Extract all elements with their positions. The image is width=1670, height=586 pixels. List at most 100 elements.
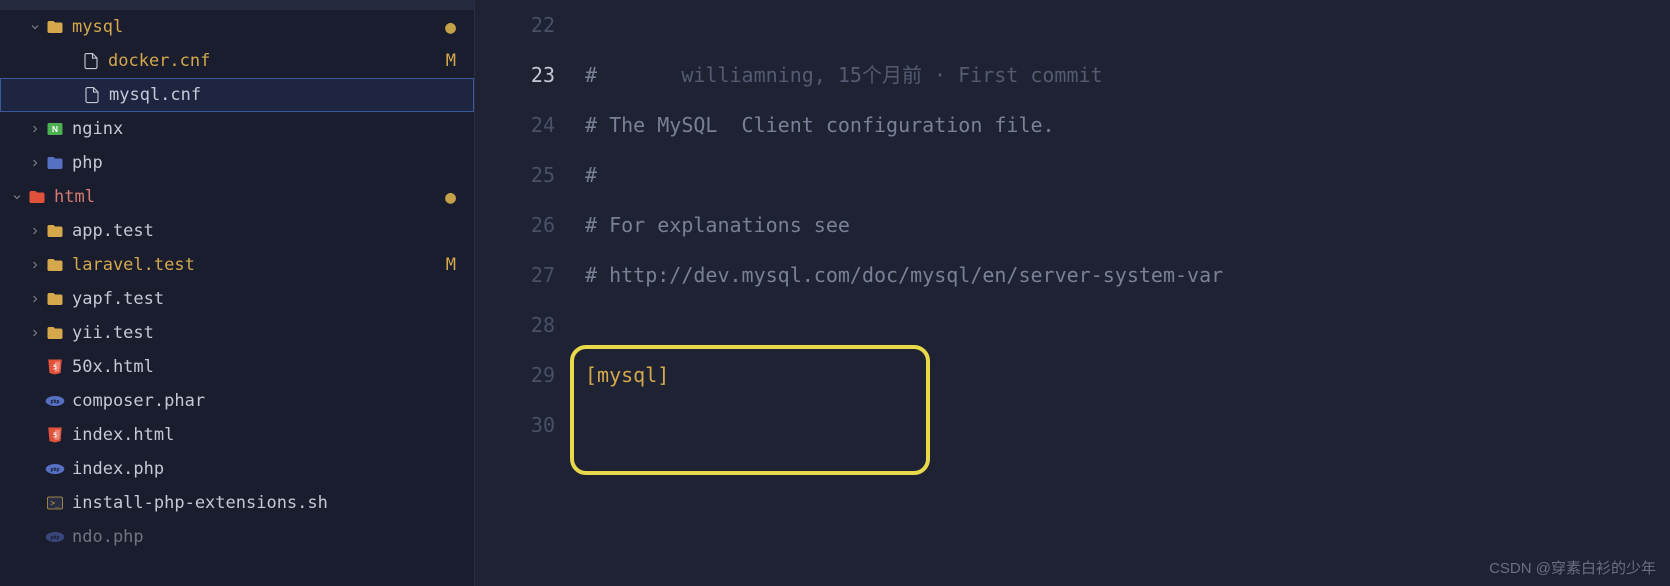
line-number: 26 bbox=[475, 200, 555, 250]
code-text: [mysql] bbox=[585, 363, 669, 387]
tree-item-label: mysql.cnf bbox=[109, 85, 455, 105]
chevron-icon[interactable] bbox=[8, 191, 26, 203]
folder-icon bbox=[44, 290, 66, 308]
tree-item-label: install-php-extensions.sh bbox=[72, 493, 456, 513]
code-line[interactable]: # For explanations see bbox=[585, 200, 1670, 250]
tree-item-nginx[interactable]: Nnginx bbox=[0, 112, 474, 146]
line-number: 24 bbox=[475, 100, 555, 150]
watermark-text: CSDN @穿素白衫的少年 bbox=[1489, 557, 1656, 578]
chevron-icon[interactable] bbox=[26, 259, 44, 271]
status-badge: M bbox=[446, 51, 456, 71]
chevron-icon[interactable] bbox=[26, 21, 44, 33]
tree-item-mysql-cnf[interactable]: mysql.cnf bbox=[0, 78, 474, 112]
chevron-icon[interactable] bbox=[26, 327, 44, 339]
tree-item-label: laravel.test bbox=[72, 255, 438, 275]
file-explorer-sidebar[interactable]: etc mysql ● docker.cnf Mmysql.cnf Nnginx php ht… bbox=[0, 0, 475, 586]
shell-icon: >_ bbox=[44, 494, 66, 512]
tree-item-label: composer.phar bbox=[72, 391, 456, 411]
code-line[interactable]: [mysql] bbox=[585, 350, 1670, 400]
tree-item-label: etc bbox=[54, 0, 456, 3]
code-line[interactable] bbox=[585, 400, 1670, 450]
code-editor[interactable]: 222324252627282930 # williamning, 15个月前 … bbox=[475, 0, 1670, 586]
tree-item-label: ndo.php bbox=[72, 527, 456, 547]
folder-icon bbox=[44, 222, 66, 240]
svg-text:5: 5 bbox=[53, 363, 57, 371]
chevron-icon[interactable] bbox=[26, 123, 44, 135]
status-badge: ● bbox=[445, 17, 456, 38]
code-text: # bbox=[585, 163, 597, 187]
git-blame-annotation: williamning, 15个月前 · First commit bbox=[597, 63, 1103, 87]
tree-item-label: app.test bbox=[72, 221, 456, 241]
line-number: 28 bbox=[475, 300, 555, 350]
code-line[interactable] bbox=[585, 300, 1670, 350]
line-number: 25 bbox=[475, 150, 555, 200]
folder-html-icon bbox=[26, 188, 48, 206]
code-line[interactable] bbox=[585, 0, 1670, 50]
tree-item-composer-phar[interactable]: php composer.phar bbox=[0, 384, 474, 418]
line-number: 30 bbox=[475, 400, 555, 450]
svg-text:php: php bbox=[50, 535, 59, 541]
tree-item-install-php-extensions-sh[interactable]: >_ install-php-extensions.sh bbox=[0, 486, 474, 520]
html5-icon: 5 bbox=[44, 426, 66, 444]
code-content[interactable]: # williamning, 15个月前 · First commit # The… bbox=[575, 0, 1670, 586]
tree-item-label: html bbox=[54, 187, 437, 207]
php-icon: php bbox=[44, 530, 66, 544]
svg-text:php: php bbox=[50, 399, 59, 405]
line-number-gutter: 222324252627282930 bbox=[475, 0, 575, 586]
folder-icon bbox=[44, 256, 66, 274]
folder-icon bbox=[26, 0, 48, 2]
nginx-icon: N bbox=[44, 120, 66, 138]
line-number: 29 bbox=[475, 350, 555, 400]
svg-text:>_: >_ bbox=[51, 498, 61, 507]
folder-php-icon bbox=[44, 154, 66, 172]
code-line[interactable]: # http://dev.mysql.com/doc/mysql/en/serv… bbox=[585, 250, 1670, 300]
chevron-icon[interactable] bbox=[26, 225, 44, 237]
code-text: # The MySQL Client configuration file. bbox=[585, 113, 1055, 137]
code-text: # For explanations see bbox=[585, 213, 850, 237]
line-number: 27 bbox=[475, 250, 555, 300]
tree-item-docker-cnf[interactable]: docker.cnf M bbox=[0, 44, 474, 78]
tree-item-yapf-test[interactable]: yapf.test bbox=[0, 282, 474, 316]
tree-item-label: php bbox=[72, 153, 456, 173]
tree-item-html[interactable]: html ● bbox=[0, 180, 474, 214]
tree-item-label: index.php bbox=[72, 459, 456, 479]
chevron-icon[interactable] bbox=[26, 293, 44, 305]
tree-item-index-html[interactable]: 5 index.html bbox=[0, 418, 474, 452]
tree-item-php[interactable]: php bbox=[0, 146, 474, 180]
status-badge: M bbox=[446, 255, 456, 275]
code-line[interactable]: # The MySQL Client configuration file. bbox=[585, 100, 1670, 150]
tree-item-label: 50x.html bbox=[72, 357, 456, 377]
chevron-icon[interactable] bbox=[26, 157, 44, 169]
php-icon: php bbox=[44, 394, 66, 408]
tree-item-label: yii.test bbox=[72, 323, 456, 343]
tree-item-yii-test[interactable]: yii.test bbox=[0, 316, 474, 350]
tree-item-ndo-php[interactable]: php ndo.php bbox=[0, 520, 474, 554]
svg-text:N: N bbox=[52, 125, 58, 134]
code-line[interactable]: # bbox=[585, 150, 1670, 200]
file-icon bbox=[80, 52, 102, 70]
folder-open-icon bbox=[44, 18, 66, 36]
tree-item-label: nginx bbox=[72, 119, 456, 139]
tree-item-label: yapf.test bbox=[72, 289, 456, 309]
tree-item-label: mysql bbox=[72, 17, 437, 37]
tree-item-index-php[interactable]: php index.php bbox=[0, 452, 474, 486]
tree-item-laravel-test[interactable]: laravel.test M bbox=[0, 248, 474, 282]
tree-item-50x-html[interactable]: 5 50x.html bbox=[0, 350, 474, 384]
status-badge: ● bbox=[445, 187, 456, 208]
tree-item-mysql[interactable]: mysql ● bbox=[0, 10, 474, 44]
tree-item-app-test[interactable]: app.test bbox=[0, 214, 474, 248]
tree-item-label: index.html bbox=[72, 425, 456, 445]
line-number: 22 bbox=[475, 0, 555, 50]
code-text: # http://dev.mysql.com/doc/mysql/en/serv… bbox=[585, 263, 1223, 287]
tree-item-etc[interactable]: etc bbox=[0, 0, 474, 10]
file-icon bbox=[81, 86, 103, 104]
tree-item-label: docker.cnf bbox=[108, 51, 438, 71]
folder-icon bbox=[44, 324, 66, 342]
php-icon: php bbox=[44, 462, 66, 476]
code-text: # bbox=[585, 63, 597, 87]
svg-text:5: 5 bbox=[53, 431, 57, 439]
line-number: 23 bbox=[475, 50, 555, 100]
svg-text:php: php bbox=[50, 467, 59, 473]
code-line[interactable]: # williamning, 15个月前 · First commit bbox=[585, 50, 1670, 100]
html5-icon: 5 bbox=[44, 358, 66, 376]
